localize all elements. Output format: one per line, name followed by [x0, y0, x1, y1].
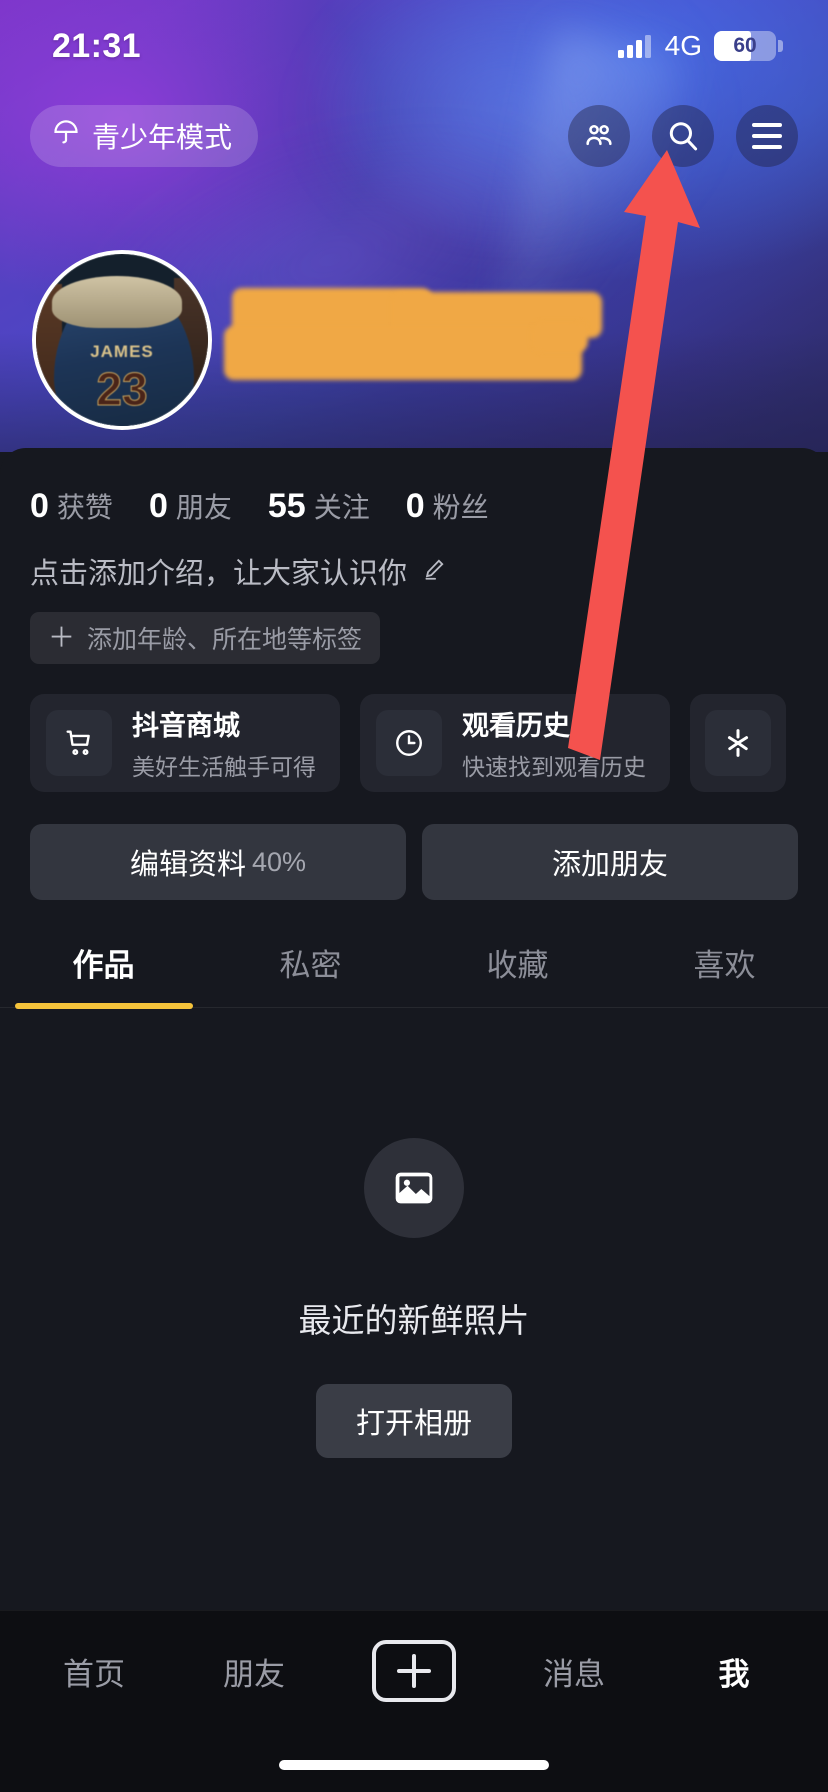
nav-item-friends[interactable]: 朋友	[174, 1649, 334, 1694]
avatar[interactable]: JAMES 23	[32, 250, 212, 430]
stat-label: 朋友	[175, 492, 232, 523]
stat-likes[interactable]: 0 获赞	[30, 486, 113, 526]
network-type-label: 4G	[664, 30, 702, 61]
stat-label: 关注	[313, 492, 370, 523]
nav-item-messages[interactable]: 消息	[494, 1649, 654, 1694]
card-douyin-mall[interactable]: 抖音商城 美好生活触手可得	[30, 694, 340, 792]
shopping-cart-icon	[46, 710, 112, 776]
battery-icon: 60	[714, 31, 783, 61]
tab-works[interactable]: 作品	[0, 940, 207, 1007]
card-watch-history[interactable]: 观看历史 快速找到观看历史	[360, 694, 670, 792]
profile-body: 0 获赞 0 朋友 55 关注 0 粉丝 点击添加介绍，让大家认识你 ＋ 添加年…	[0, 448, 828, 1608]
stat-value: 0	[148, 487, 168, 525]
signal-strength-icon	[617, 34, 651, 58]
clock-icon	[376, 710, 442, 776]
add-friend-label: 添加朋友	[551, 849, 668, 881]
nav-item-me[interactable]: 我	[654, 1649, 814, 1694]
teen-mode-button[interactable]: 青少年模式	[30, 105, 259, 167]
status-time: 21:31	[52, 26, 141, 65]
tab-likes[interactable]: 喜欢	[621, 940, 828, 1007]
nav-item-home[interactable]: 首页	[14, 1649, 174, 1694]
status-bar: 21:31 4G 60	[0, 0, 828, 92]
profile-action-buttons: 编辑资料 40% 添加朋友	[0, 792, 828, 900]
stat-value: 55	[267, 487, 306, 525]
card-subtitle: 快速找到观看历史	[462, 754, 646, 780]
tab-favorites[interactable]: 收藏	[414, 940, 621, 1007]
content-tabs: 作品 私密 收藏 喜欢	[0, 940, 828, 1009]
stat-value: 0	[405, 487, 425, 525]
photo-icon	[364, 1138, 464, 1238]
stat-friends[interactable]: 0 朋友	[149, 486, 232, 526]
card-subtitle: 美好生活触手可得	[132, 754, 316, 780]
open-album-label: 打开相册	[355, 1408, 472, 1440]
card-title: 观看历史	[462, 711, 570, 741]
card-third-partial[interactable]	[690, 694, 786, 792]
status-indicators: 4G 60	[617, 30, 783, 62]
empty-state-text: 最近的新鲜照片	[298, 1302, 530, 1339]
tab-active-underline	[0, 1003, 207, 1009]
profile-header-bar: 青少年模式	[0, 95, 828, 177]
profile-stats: 0 获赞 0 朋友 55 关注 0 粉丝	[0, 448, 828, 526]
friends-icon[interactable]	[568, 105, 630, 167]
stat-followers[interactable]: 0 粉丝	[406, 486, 489, 526]
bio-placeholder: 点击添加介绍，让大家认识你	[30, 558, 408, 590]
edit-profile-button[interactable]: 编辑资料 40%	[30, 824, 406, 900]
sparkle-icon	[705, 710, 771, 776]
add-friend-button[interactable]: 添加朋友	[422, 824, 798, 900]
bottom-navigation: 首页 朋友 消息 我	[0, 1610, 828, 1792]
add-tag-label: 添加年龄、所在地等标签	[87, 626, 363, 654]
edit-profile-label: 编辑资料	[129, 849, 246, 881]
home-indicator	[279, 1760, 549, 1770]
stat-value: 0	[30, 487, 49, 525]
empty-state: 最近的新鲜照片 打开相册	[0, 1008, 828, 1458]
menu-icon[interactable]	[736, 105, 798, 167]
plus-icon	[372, 1640, 456, 1702]
pencil-icon[interactable]	[421, 556, 447, 587]
plus-icon: ＋	[48, 622, 75, 653]
add-tag-chip[interactable]: ＋ 添加年龄、所在地等标签	[30, 612, 381, 664]
search-icon[interactable]	[652, 105, 714, 167]
battery-percent-label: 60	[733, 34, 757, 57]
teen-mode-label: 青少年模式	[92, 122, 233, 153]
stat-label: 获赞	[56, 492, 113, 523]
tab-private[interactable]: 私密	[207, 940, 414, 1007]
stat-following[interactable]: 55 关注	[268, 486, 370, 526]
bio-row[interactable]: 点击添加介绍，让大家认识你	[0, 526, 828, 592]
card-title: 抖音商城	[132, 711, 240, 741]
stat-label: 粉丝	[432, 492, 489, 523]
phone-screen: 21:31 4G 60 青少年模式 JAMES 23 0 获赞 0 朋友 55 …	[0, 0, 828, 1792]
umbrella-icon	[52, 119, 80, 154]
open-album-button[interactable]: 打开相册	[316, 1384, 512, 1458]
nav-item-create[interactable]	[334, 1640, 494, 1702]
shortcut-cards: 抖音商城 美好生活触手可得 观看历史 快速找到观看历史	[0, 664, 828, 792]
edit-profile-percent: 40%	[251, 846, 307, 877]
header-icon-group	[568, 105, 798, 167]
